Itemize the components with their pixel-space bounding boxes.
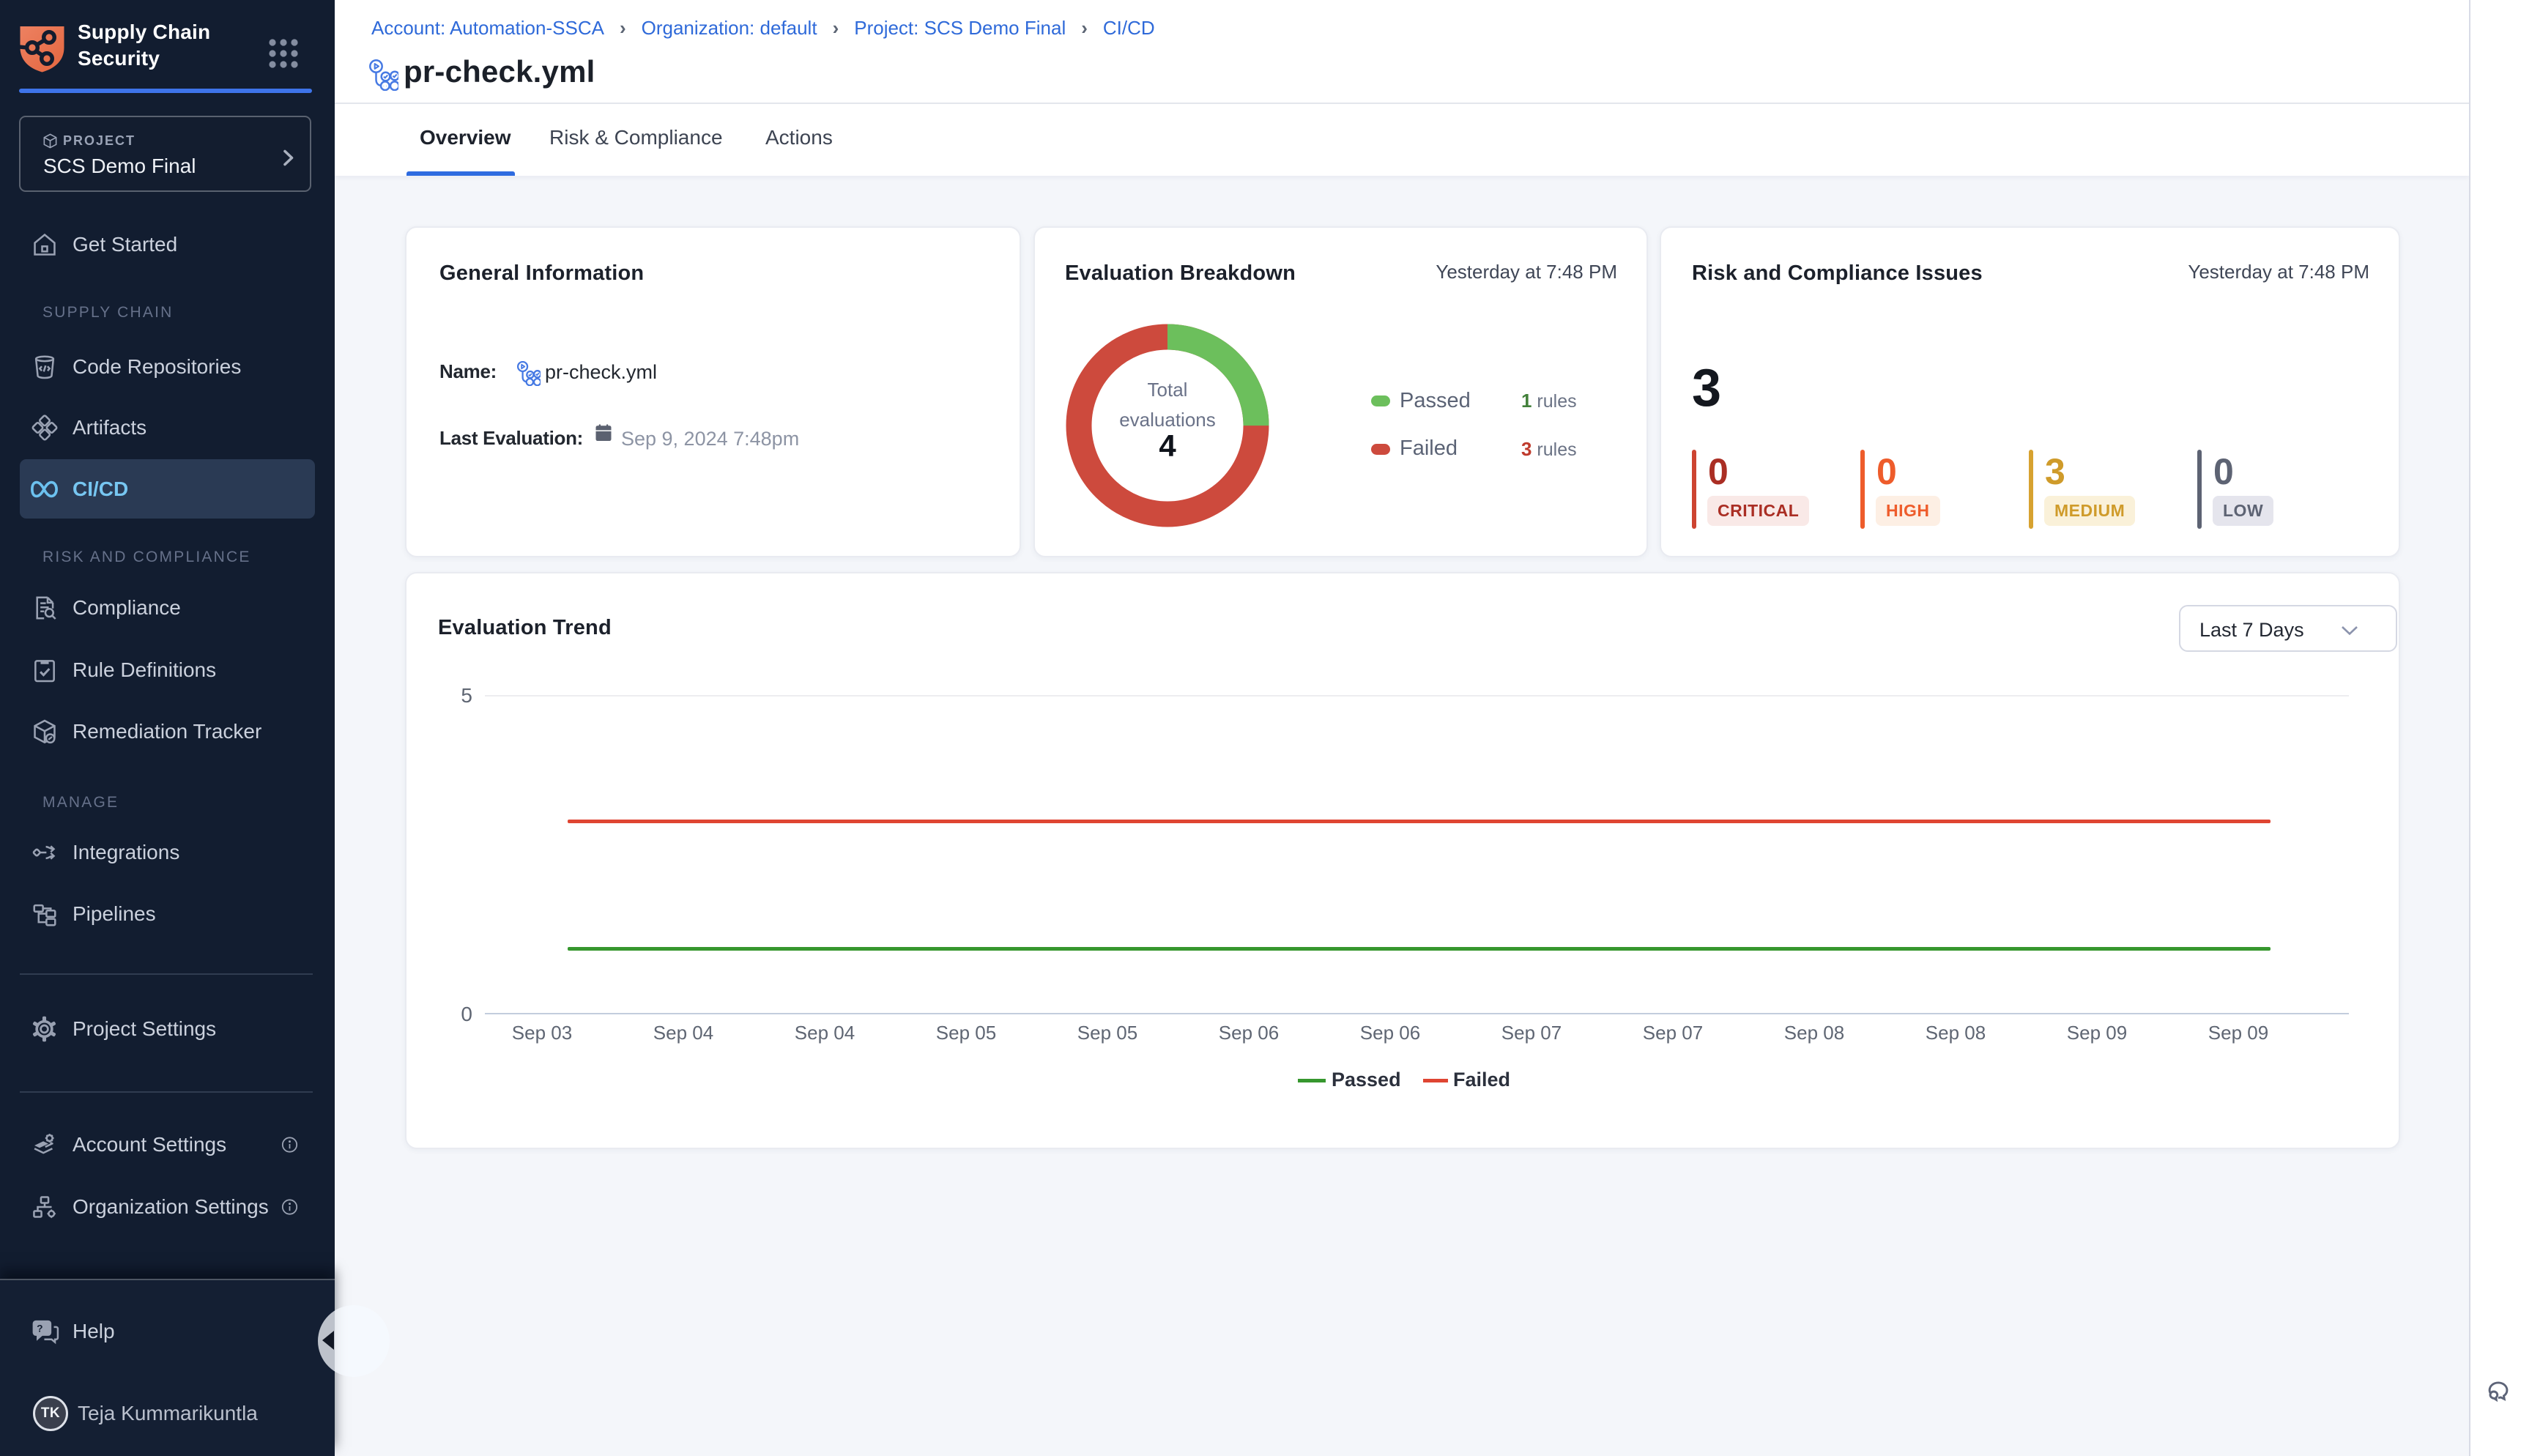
svg-text:4: 4 <box>1159 428 1176 463</box>
svg-text:evaluations: evaluations <box>1119 409 1216 431</box>
svg-text:?: ? <box>37 1322 42 1334</box>
svg-text:Total: Total <box>1148 379 1188 401</box>
